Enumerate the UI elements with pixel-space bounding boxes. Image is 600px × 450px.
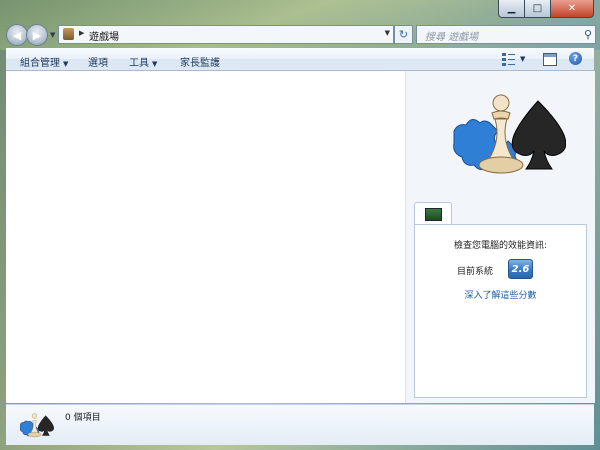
games-logo-icon <box>20 413 54 438</box>
address-dropdown-icon[interactable]: ▼ <box>385 29 390 37</box>
details-pane: 檢查您電腦的效能資訊: 目前系統 2.6 深入了解這些分數 <box>405 71 595 403</box>
chevron-down-icon: ▼ <box>63 60 69 68</box>
explorer-window: ▁ □ ✕ ◀ ▶ ▼ ▶ 遊戲場 ▼ ↻ 搜尋 遊戲場 ⚲ 組合管理▼ 選項 <box>0 0 600 450</box>
learn-more-link[interactable]: 深入了解這些分數 <box>415 288 586 301</box>
preview-pane-icon[interactable] <box>543 53 557 66</box>
refresh-button[interactable]: ↻ <box>394 25 413 44</box>
change-view-icon[interactable] <box>502 53 516 66</box>
forward-button[interactable]: ▶ <box>26 24 48 46</box>
current-system-label: 目前系統 <box>457 267 494 277</box>
perf-title: 檢查您電腦的效能資訊: <box>453 241 548 251</box>
organize-menu-button[interactable]: 組合管理 ▼ <box>20 54 68 69</box>
options-button[interactable]: 選項 <box>88 54 108 69</box>
performance-panel: 檢查您電腦的效能資訊: 目前系統 2.6 深入了解這些分數 <box>414 224 587 398</box>
file-list-area[interactable] <box>6 71 405 403</box>
parental-controls-label: 家長監護 <box>180 58 220 69</box>
breadcrumb-location[interactable]: 遊戲場 <box>89 28 119 43</box>
status-bar: 0 個項目 <box>6 404 594 445</box>
tab-performance[interactable] <box>414 202 452 225</box>
address-bar[interactable]: ▶ 遊戲場 ▼ <box>58 25 394 44</box>
options-label: 選項 <box>88 58 108 69</box>
refresh-icon: ↻ <box>398 28 409 41</box>
close-button[interactable]: ✕ <box>551 0 594 18</box>
back-button[interactable]: ◀ <box>6 24 28 46</box>
arrow-right-icon: ▶ <box>32 28 42 42</box>
games-folder-icon <box>63 28 74 40</box>
games-logo-icon <box>453 94 566 174</box>
tools-menu-button[interactable]: 工具 ▼ <box>129 54 157 69</box>
performance-score-badge: 2.6 <box>508 259 533 279</box>
search-placeholder: 搜尋 遊戲場 <box>425 32 479 43</box>
caption-buttons: ▁ □ ✕ <box>498 0 594 18</box>
minimize-button[interactable]: ▁ <box>498 0 525 18</box>
tools-label: 工具 <box>129 58 149 69</box>
chevron-down-icon[interactable]: ▼ <box>520 55 525 63</box>
navigation-bar: ◀ ▶ ▼ ▶ 遊戲場 ▼ ↻ 搜尋 遊戲場 ⚲ <box>6 23 596 46</box>
help-icon[interactable]: ? <box>569 52 582 65</box>
parental-controls-button[interactable]: 家長監護 <box>180 54 220 69</box>
organize-label: 組合管理 <box>20 58 60 69</box>
breadcrumb-arrow-icon[interactable]: ▶ <box>79 29 84 37</box>
chevron-down-icon: ▼ <box>152 60 158 68</box>
item-count: 0 個項目 <box>65 413 101 423</box>
search-input[interactable]: 搜尋 遊戲場 ⚲ <box>416 25 596 44</box>
arrow-left-icon: ◀ <box>12 28 22 42</box>
maximize-button[interactable]: □ <box>525 0 551 18</box>
performance-monitor-icon <box>425 208 442 221</box>
search-icon[interactable]: ⚲ <box>584 28 592 41</box>
command-bar: 組合管理 ▼ 選項 工具 ▼ 家長監護 ▼ ? <box>6 48 594 71</box>
recent-pages-dropdown[interactable]: ▼ <box>50 31 55 39</box>
